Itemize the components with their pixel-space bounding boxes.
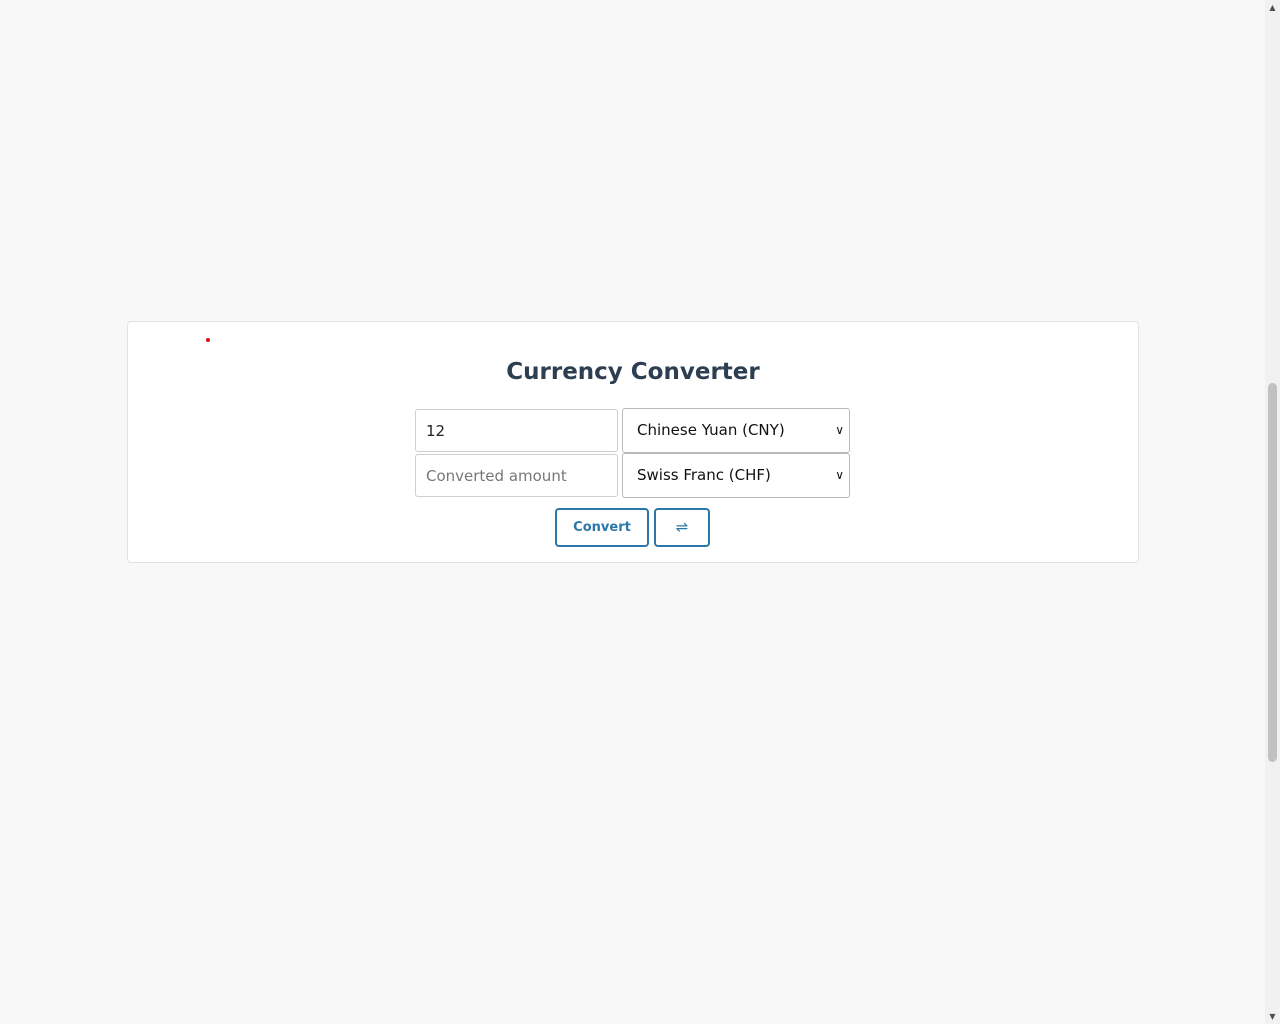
page: Currency Converter 12 Chinese Yuan (CNY)… [0, 0, 1265, 1024]
to-currency-select[interactable]: Swiss Franc (CHF) ∨ [622, 453, 850, 498]
from-currency-select[interactable]: Chinese Yuan (CNY) ∨ [622, 408, 850, 453]
converted-amount-field[interactable]: Converted amount [415, 454, 618, 497]
vertical-scrollbar[interactable]: ▲ ▼ [1265, 0, 1280, 1024]
page-title: Currency Converter [506, 359, 760, 385]
amount-input[interactable]: 12 [415, 409, 618, 452]
to-currency-selected: Swiss Franc (CHF) [637, 466, 771, 484]
converter-card: Currency Converter 12 Chinese Yuan (CNY)… [127, 321, 1139, 563]
scroll-up-arrow-icon[interactable]: ▲ [1265, 0, 1280, 15]
swap-arrows-icon: ⇌ [675, 518, 689, 536]
scrollbar-thumb[interactable] [1268, 383, 1277, 762]
swap-currencies-button[interactable]: ⇌ [654, 508, 710, 547]
scroll-down-arrow-icon[interactable]: ▼ [1265, 1009, 1280, 1024]
chevron-down-icon: ∨ [835, 468, 844, 482]
chevron-down-icon: ∨ [835, 423, 844, 437]
from-currency-selected: Chinese Yuan (CNY) [637, 421, 785, 439]
indicator-dot [206, 338, 210, 342]
convert-button[interactable]: Convert [555, 508, 649, 547]
